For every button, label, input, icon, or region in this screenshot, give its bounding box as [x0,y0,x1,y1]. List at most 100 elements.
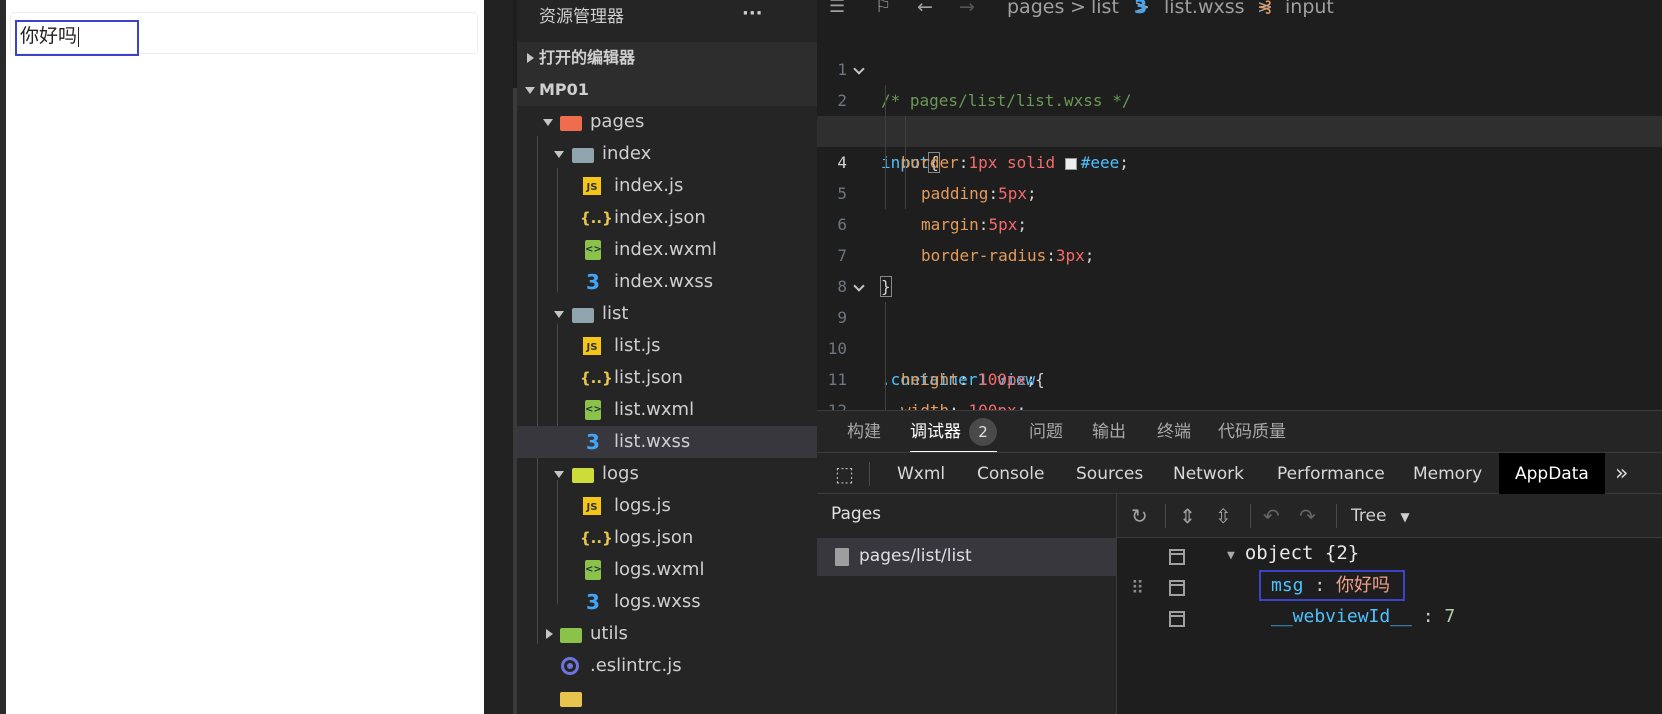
chevron-down-icon: ▼ [1400,510,1410,524]
tree-item-eslintrc[interactable]: .eslintrc.js [517,650,817,682]
page-item-label: pages/list/list [859,546,972,566]
tree-item-label: .eslintrc.js [590,655,682,676]
tab-output[interactable]: 输出 [1092,411,1126,453]
tree-root[interactable]: ▼ object {2} [1227,542,1359,564]
tree-item-index-json[interactable]: {..} index.json [517,202,817,234]
tab-debugger[interactable]: 调试器 2 [910,411,997,453]
tree-item-list-wxss[interactable]: 3 list.wxss [517,426,817,458]
expand-all-icon[interactable]: ⇕ [1179,504,1196,528]
tree-item-logs-js[interactable]: JS logs.js [517,490,817,522]
splitter[interactable] [484,0,513,714]
tree-item-label: list [602,303,629,324]
tab-memory[interactable]: Memory [1413,453,1482,495]
tab-performance[interactable]: Performance [1277,453,1385,495]
pages-title: Pages [831,504,882,524]
inspect-element-icon[interactable]: ⬚ [835,453,854,495]
tab-debugger-label: 调试器 [910,422,961,442]
breadcrumb-symbol[interactable]: input [1285,0,1334,17]
more-actions-icon[interactable]: ··· [742,0,763,30]
fold-chevron-icon[interactable] [853,280,865,292]
tree-item-label: index.json [614,207,706,228]
undo-icon[interactable]: ↶ [1263,504,1280,528]
row-action-icon[interactable] [1169,549,1185,565]
folder-pages-icon [560,116,582,131]
data-value[interactable]: 你好吗 [1336,575,1390,596]
breadcrumb-pages[interactable]: pages [1007,0,1064,17]
tab-problems[interactable]: 问题 [1029,411,1063,453]
code-line-10: 10 height: 100px; [817,302,1662,389]
wxml-file-icon: <> [585,400,602,420]
tree-item-logs-json[interactable]: {..} logs.json [517,522,817,554]
wxml-file-icon: <> [585,240,602,260]
tab-console[interactable]: Console [977,453,1045,495]
row-action-icon[interactable] [1169,611,1185,627]
code-line-1: 1 /* pages/list/list.wxss */ [817,23,1662,110]
chevron-down-icon: ▼ [1227,548,1235,563]
page-item[interactable]: pages/list/list [817,538,1117,576]
tree-item-list-wxml[interactable]: <> list.wxml [517,394,817,426]
fold-chevron-icon[interactable] [853,63,865,75]
data-value[interactable]: 7 [1444,606,1455,627]
indent-guide [885,302,886,410]
project-section[interactable]: MP01 [517,74,817,106]
tab-terminal[interactable]: 终端 [1157,411,1191,453]
wxss-file-icon: 3 [586,590,600,614]
file-icon [835,548,849,566]
forward-arrow-icon[interactable]: → [959,0,975,17]
simulator-input-text[interactable]: 你好吗 [20,22,80,50]
chevron-down-icon [554,471,564,478]
tab-sources[interactable]: Sources [1076,453,1143,495]
tree-item-logs-wxml[interactable]: <> logs.wxml [517,554,817,586]
tree-item-index[interactable]: index [517,138,817,170]
tree-item-list[interactable]: list [517,298,817,330]
tree-item-label: list.wxss [614,431,691,452]
tab-wxml[interactable]: Wxml [897,453,945,495]
drag-handle-icon[interactable]: ⠿ [1131,578,1144,599]
tree-item-list-js[interactable]: JS list.js [517,330,817,362]
bookmark-icon[interactable]: ⚐ [875,0,891,16]
js-file-icon: JS [583,497,601,515]
chevron-down-icon [554,311,564,318]
devtools-toolbar: ⬚ Wxml Console Sources Network Performan… [817,452,1662,495]
redo-icon[interactable]: ↷ [1299,504,1316,528]
tree-item-label: logs.json [614,527,694,548]
tree-item-index-wxml[interactable]: <> index.wxml [517,234,817,266]
appdata-row-webviewid[interactable]: __webviewId__ : 7 [1271,605,1455,629]
tree-item-logs-wxss[interactable]: 3 logs.wxss [517,586,817,618]
code-editor[interactable]: 1 /* pages/list/list.wxss */ 2 input{ 3 … [817,0,1662,451]
tree-item-logs[interactable]: logs [517,458,817,490]
back-arrow-icon[interactable]: ← [917,0,933,17]
code-line-3: 3 border:1px solid #eee; [817,85,1662,172]
tree-item-label: pages [590,111,645,132]
root-label: object {2} [1244,542,1360,564]
list-view-icon[interactable]: ☰ [829,0,845,16]
breadcrumb-file[interactable]: list.wxss [1164,0,1245,17]
tab-network[interactable]: Network [1173,453,1244,495]
tree-item-index-js[interactable]: JS index.js [517,170,817,202]
view-mode-select[interactable]: Tree ▼ [1351,504,1410,529]
tab-code-quality[interactable]: 代码质量 [1218,411,1286,453]
breadcrumb-list[interactable]: list [1091,0,1119,17]
code-line-8: 8 [817,240,1662,296]
indent-guide [905,116,906,209]
text-caret [78,26,80,47]
tree-item-utils[interactable]: utils [517,618,817,650]
open-editors-section[interactable]: 打开的编辑器 [517,42,817,74]
view-mode-label: Tree [1351,506,1387,526]
chevron-down-icon [554,151,564,158]
chevron-right-icon [527,53,534,63]
refresh-icon[interactable]: ↻ [1131,504,1148,528]
tree-item-pages[interactable]: pages [517,106,817,138]
divider [869,462,870,486]
collapse-all-icon[interactable]: ⇳ [1215,504,1232,528]
tree-item-index-wxss[interactable]: 3 index.wxss [517,266,817,298]
tree-item-label: list.wxml [614,399,695,420]
folder-icon [572,148,594,163]
row-action-icon[interactable] [1169,580,1185,596]
tab-appdata[interactable]: AppData [1499,453,1605,495]
tab-build[interactable]: 构建 [847,411,881,453]
tree-item-list-json[interactable]: {..} list.json [517,362,817,394]
more-tabs-icon[interactable]: » [1615,453,1628,495]
tree-item-label: index.js [614,175,684,196]
appdata-row-msg[interactable]: msg : 你好吗 [1271,574,1390,598]
